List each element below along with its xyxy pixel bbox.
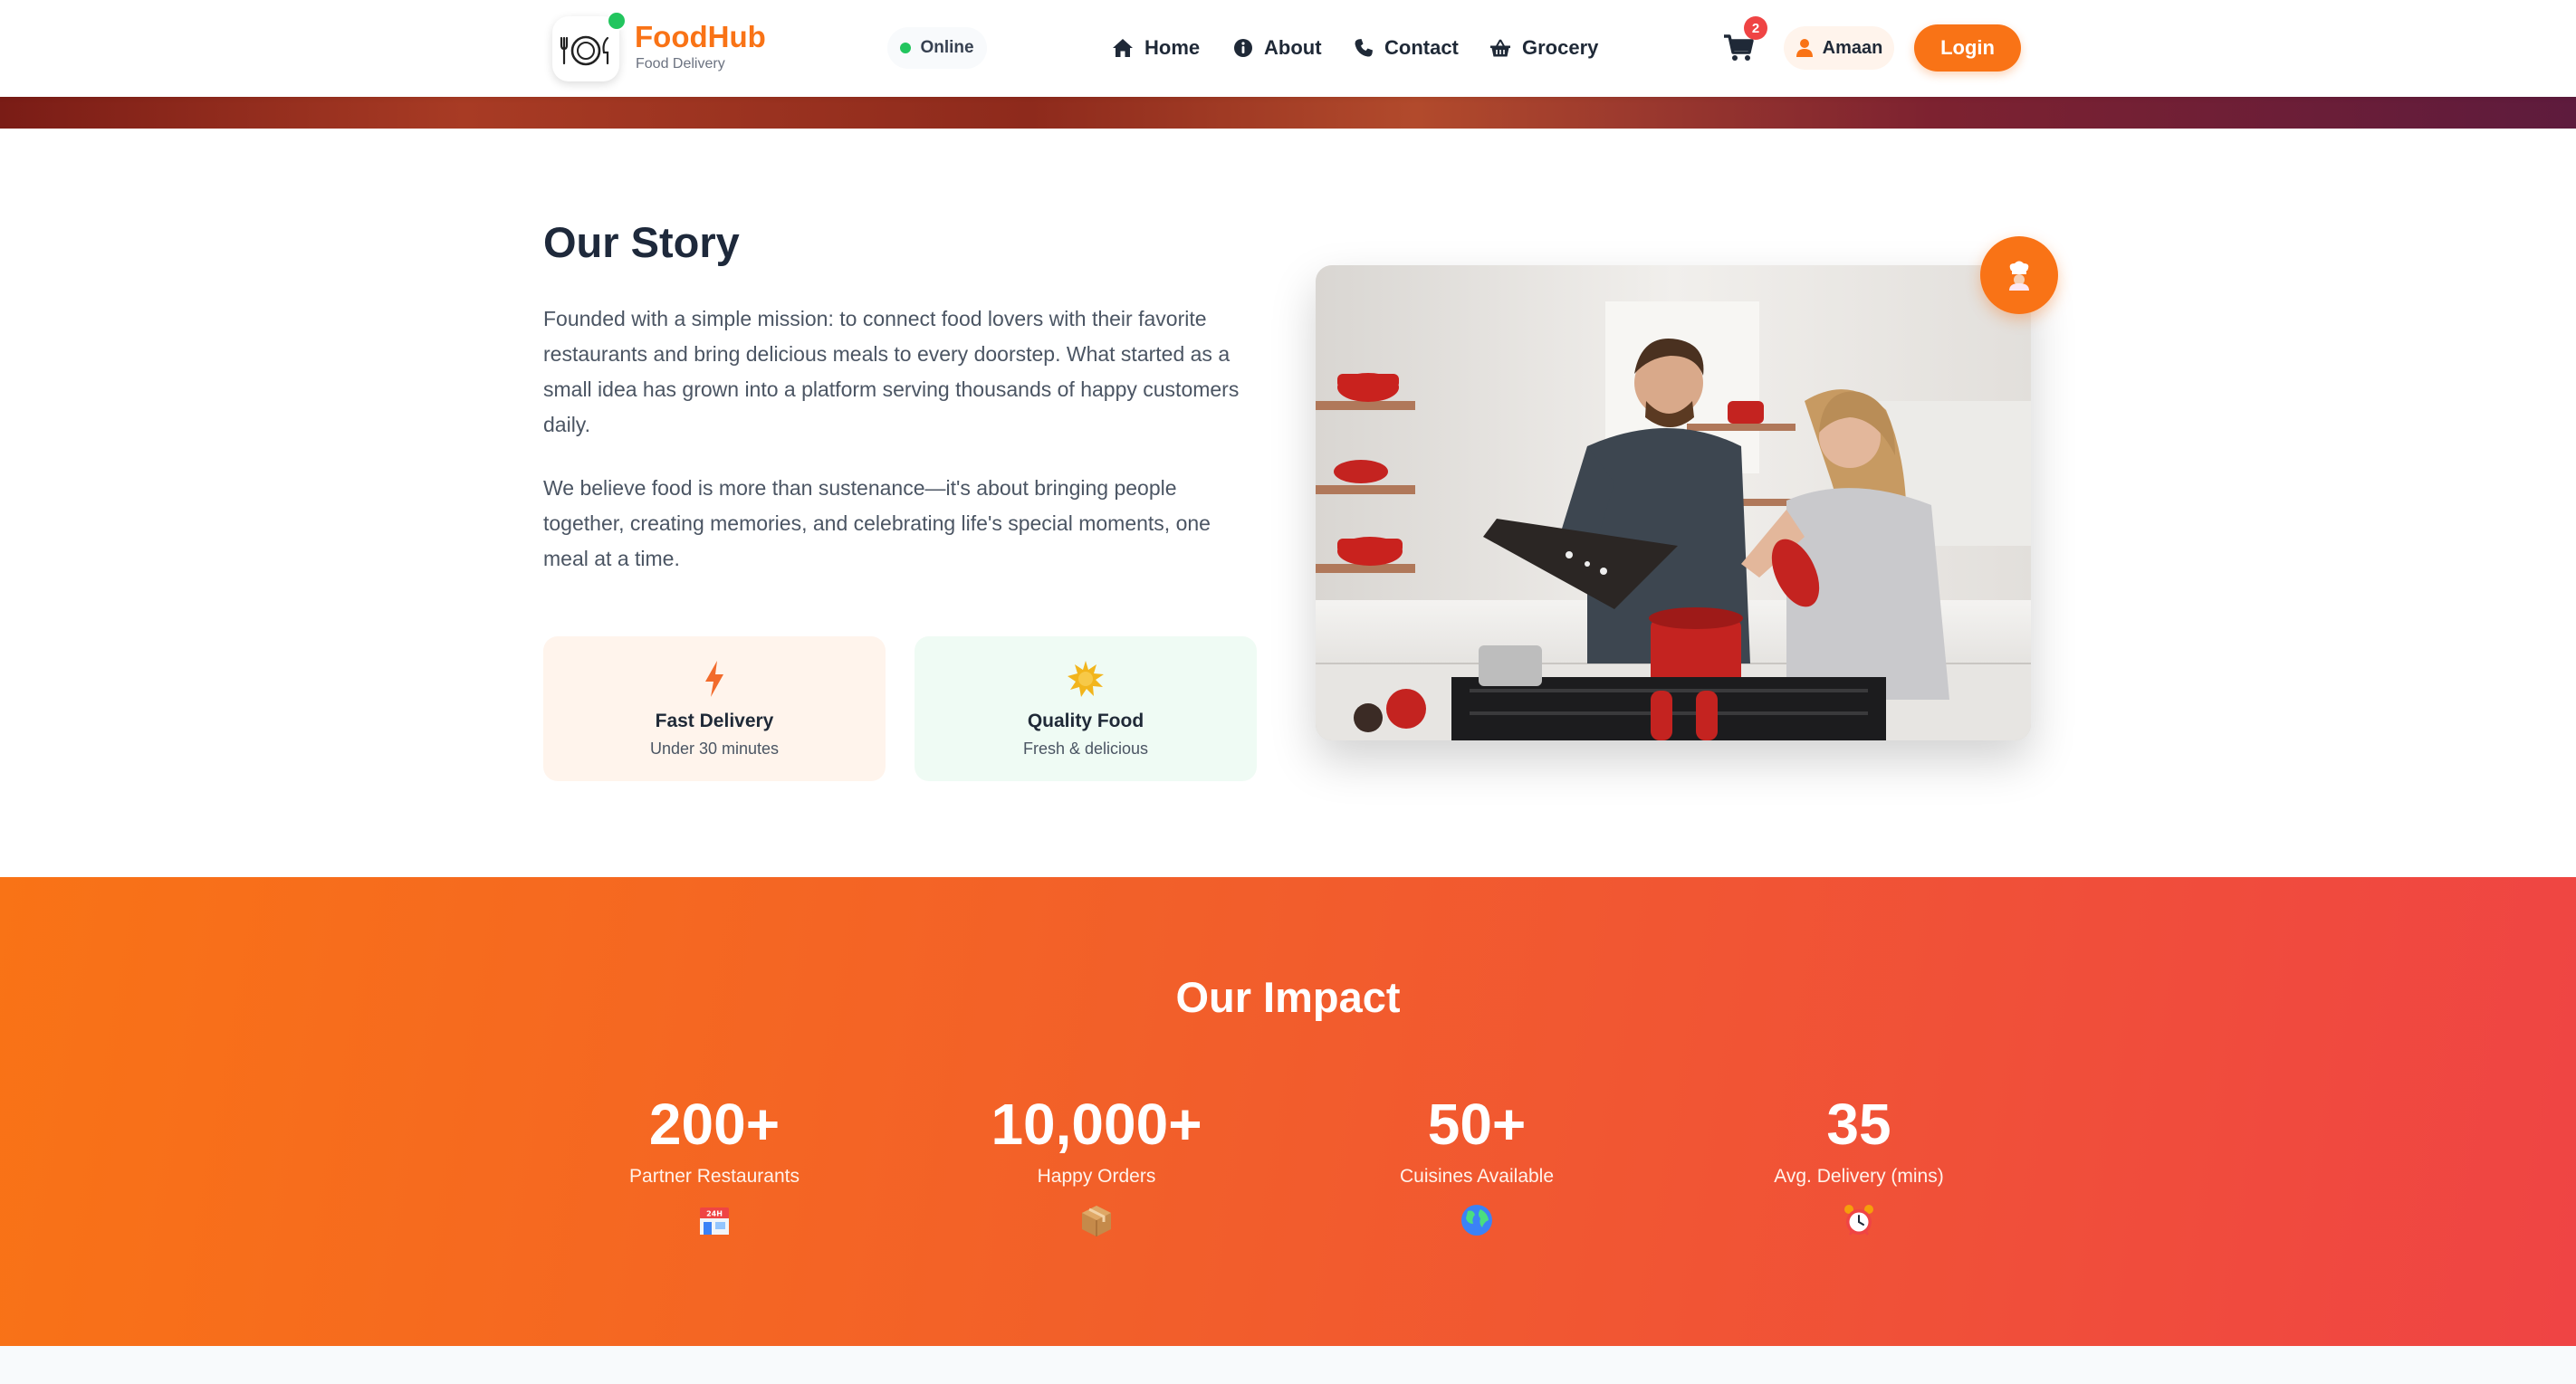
stat-avg-delivery: 35 Avg. Delivery (mins) bbox=[1678, 1095, 2040, 1238]
stat-value: 50+ bbox=[1427, 1092, 1527, 1157]
lightning-icon bbox=[705, 661, 723, 697]
stat-label: Happy Orders bbox=[1037, 1166, 1156, 1187]
impact-title: Our Impact bbox=[1175, 973, 1401, 1021]
stat-label: Avg. Delivery (mins) bbox=[1774, 1166, 1944, 1187]
brand-tagline: Food Delivery bbox=[636, 56, 725, 72]
stat-value: 10,000+ bbox=[991, 1092, 1202, 1157]
user-name: Amaan bbox=[1822, 37, 1883, 58]
navbar: FoodHub Food Delivery Online Home About … bbox=[0, 0, 2576, 97]
feature-title: Quality Food bbox=[1027, 711, 1144, 731]
login-button[interactable]: Login bbox=[1914, 24, 2021, 72]
brand-name: FoodHub bbox=[635, 20, 766, 53]
nav-about-label: About bbox=[1264, 36, 1322, 59]
package-icon bbox=[1082, 1206, 1111, 1236]
alarm-clock-icon bbox=[1844, 1205, 1873, 1236]
nav-contact-label: Contact bbox=[1384, 36, 1459, 59]
nav-contact[interactable]: Contact bbox=[1354, 31, 1459, 65]
basket-icon bbox=[1490, 39, 1510, 57]
chef-badge bbox=[1980, 236, 2058, 314]
cart-count-badge: 2 bbox=[1744, 16, 1767, 40]
chef-icon bbox=[2009, 261, 2029, 291]
nav-grocery-label: Grocery bbox=[1522, 36, 1599, 59]
nav-home-label: Home bbox=[1144, 36, 1201, 59]
stat-happy-orders: 10,000+ Happy Orders bbox=[915, 1095, 1278, 1238]
nav-home[interactable]: Home bbox=[1112, 31, 1200, 65]
feature-title: Fast Delivery bbox=[655, 711, 774, 731]
couple-cooking-image bbox=[1316, 265, 2031, 740]
story-paragraph-2: We believe food is more than sustenance—… bbox=[543, 476, 1211, 570]
stat-label: Partner Restaurants bbox=[629, 1166, 800, 1187]
online-dot-icon bbox=[900, 43, 912, 53]
online-status-label: Online bbox=[920, 38, 974, 57]
story-title: Our Story bbox=[543, 218, 740, 266]
svg-text:24H: 24H bbox=[706, 1210, 723, 1218]
stat-value: 200+ bbox=[648, 1092, 780, 1157]
feature-card-fast-delivery: Fast Delivery Under 30 minutes bbox=[543, 636, 886, 781]
impact-section bbox=[0, 877, 2576, 1346]
user-menu[interactable]: Amaan bbox=[1784, 26, 1894, 70]
stat-partner-restaurants: 200+ Partner Restaurants 24H bbox=[533, 1095, 895, 1238]
feature-subtitle: Fresh & delicious bbox=[1022, 740, 1149, 758]
phone-icon bbox=[1355, 39, 1373, 57]
hero-banner-strip bbox=[0, 97, 2576, 129]
globe-icon bbox=[1461, 1205, 1492, 1236]
user-icon bbox=[1796, 39, 1813, 57]
online-status-badge: Online bbox=[887, 27, 987, 69]
logo-status-dot bbox=[607, 11, 627, 31]
stat-label: Cuisines Available bbox=[1399, 1166, 1555, 1187]
stat-cuisines-available: 50+ Cuisines Available bbox=[1296, 1095, 1658, 1238]
nav-about[interactable]: About bbox=[1233, 31, 1322, 65]
story-paragraph-1: Founded with a simple mission: to connec… bbox=[543, 307, 1240, 436]
next-section-start bbox=[0, 1346, 2576, 1384]
nav-grocery[interactable]: Grocery bbox=[1489, 31, 1598, 65]
info-icon bbox=[1234, 39, 1252, 57]
store-24h-icon: 24H bbox=[700, 1207, 729, 1235]
sparkle-icon bbox=[1068, 661, 1104, 697]
home-icon bbox=[1113, 39, 1133, 57]
feature-subtitle: Under 30 minutes bbox=[649, 740, 780, 758]
stat-value: 35 bbox=[1826, 1092, 1891, 1157]
kitchen-photo bbox=[1316, 265, 2031, 740]
feature-card-quality-food: Quality Food Fresh & delicious bbox=[915, 636, 1257, 781]
